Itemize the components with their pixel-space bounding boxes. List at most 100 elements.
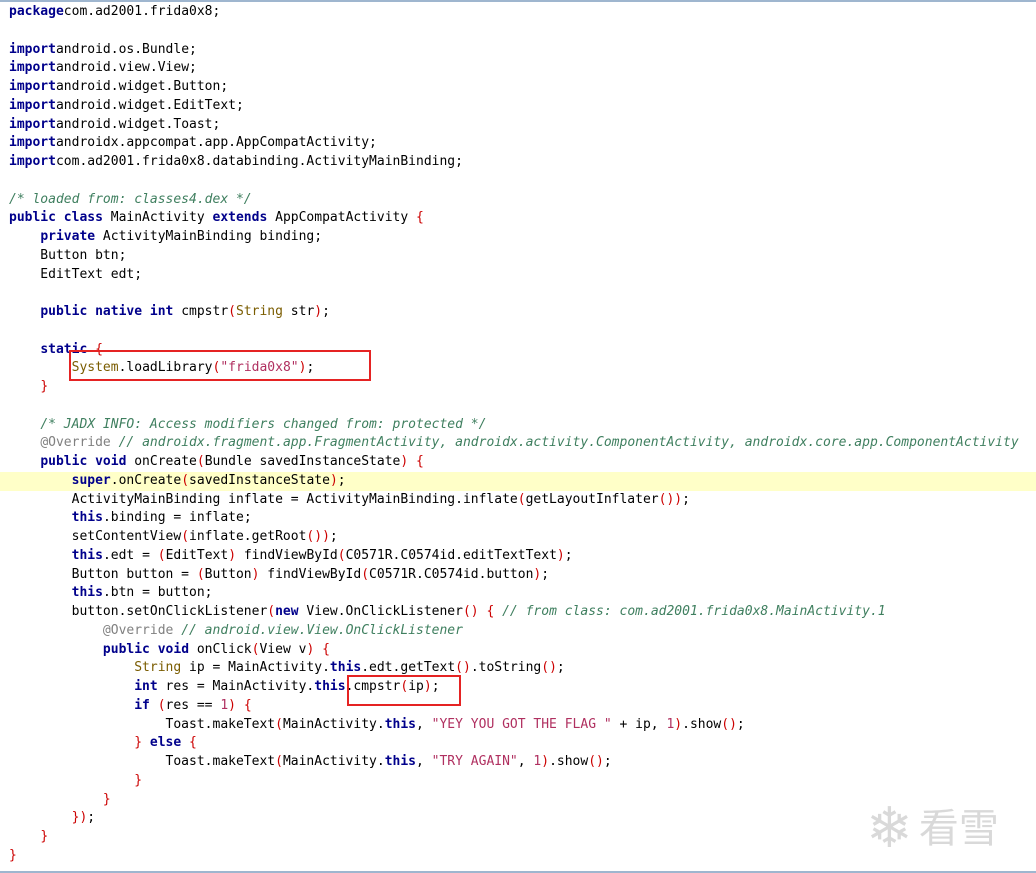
- code-token: static: [40, 341, 88, 357]
- code-line[interactable]: importandroid.widget.Toast;: [0, 116, 1036, 135]
- code-token: (): [541, 660, 557, 676]
- code-token: {: [95, 341, 103, 357]
- code-line[interactable]: public void onCreate(Bundle savedInstanc…: [0, 453, 1036, 472]
- code-token: ip: [408, 679, 424, 694]
- code-line[interactable]: EditText edt;: [0, 266, 1036, 285]
- code-line[interactable]: }: [0, 772, 1036, 791]
- code-line[interactable]: static {: [0, 341, 1036, 360]
- code-token: cmpstr: [173, 304, 229, 319]
- code-line[interactable]: setContentView(inflate.getRoot());: [0, 528, 1036, 547]
- code-token: android.widget.EditText;: [55, 97, 244, 113]
- code-line[interactable]: public void onClick(View v) {: [0, 641, 1036, 660]
- code-line[interactable]: /* loaded from: classes4.dex */: [0, 191, 1036, 210]
- code-token: androidx.appcompat.app.AppCompatActivity…: [55, 135, 377, 151]
- code-line[interactable]: this.btn = button;: [0, 584, 1036, 603]
- code-line[interactable]: [0, 322, 1036, 341]
- code-token: ;: [329, 529, 338, 544]
- code-line[interactable]: ActivityMainBinding inflate = ActivityMa…: [0, 491, 1036, 510]
- code-line[interactable]: importandroid.os.Bundle;: [0, 41, 1036, 60]
- code-token: ): [400, 454, 409, 469]
- code-line[interactable]: }: [0, 378, 1036, 397]
- code-token: this: [329, 660, 362, 676]
- code-token: android.os.Bundle;: [55, 41, 197, 57]
- code-line[interactable]: [0, 22, 1036, 41]
- code-token: (: [196, 454, 205, 469]
- code-line[interactable]: super.onCreate(savedInstanceState);: [0, 471, 1036, 491]
- code-token: onClick: [189, 641, 252, 657]
- code-token: {: [243, 697, 252, 713]
- code-line[interactable]: private ActivityMainBinding binding;: [0, 228, 1036, 247]
- code-line[interactable]: importandroid.widget.Button;: [0, 78, 1036, 97]
- code-token: ;: [541, 566, 550, 582]
- code-line[interactable]: int res = MainActivity.this.cmpstr(ip);: [0, 678, 1036, 697]
- code-line[interactable]: String ip = MainActivity.this.edt.getTex…: [0, 659, 1036, 678]
- code-token: getLayoutInflater: [525, 491, 659, 507]
- code-line[interactable]: this.edt = (EditText) findViewById(C0571…: [0, 547, 1036, 566]
- code-token: C0571R.C0574id.button: [369, 566, 534, 582]
- code-line[interactable]: this.binding = inflate;: [0, 509, 1036, 528]
- code-token: ;: [556, 660, 565, 676]
- code-token: ;: [736, 716, 745, 732]
- code-token: import: [9, 41, 56, 57]
- code-line[interactable]: Toast.makeText(MainActivity.this, "TRY A…: [0, 753, 1036, 772]
- code-token: (): [455, 660, 471, 676]
- code-line[interactable]: Toast.makeText(MainActivity.this, "YEY Y…: [0, 716, 1036, 735]
- code-token: ): [674, 716, 683, 732]
- code-token: .cmpstr: [345, 679, 401, 694]
- code-line[interactable]: packagecom.ad2001.frida0x8;: [0, 3, 1036, 22]
- code-token: /* JADX INFO: Access modifiers changed f…: [40, 416, 487, 432]
- code-line[interactable]: /* JADX INFO: Access modifiers changed f…: [0, 416, 1036, 435]
- code-token: MainActivity: [102, 210, 213, 226]
- code-line[interactable]: Button button = (Button) findViewById(C0…: [0, 566, 1036, 585]
- code-line[interactable]: Button btn;: [0, 247, 1036, 266]
- code-line[interactable]: @Override // android.view.View.OnClickLi…: [0, 622, 1036, 641]
- code-token: int: [134, 679, 158, 694]
- code-line[interactable]: public native int cmpstr(String str);: [0, 303, 1036, 322]
- code-token: this: [384, 716, 416, 732]
- code-token: C0571R.C0574id.editTextText: [345, 547, 557, 563]
- code-token: com.ad2001.frida0x8;: [63, 4, 221, 19]
- code-token: android.widget.Toast;: [55, 116, 221, 132]
- code-line[interactable]: [0, 284, 1036, 303]
- code-token: res = MainActivity.: [157, 679, 315, 694]
- code-line[interactable]: @Override // androidx.fragment.app.Fragm…: [0, 434, 1036, 453]
- code-token: else: [149, 735, 182, 751]
- code-token: MainActivity.: [282, 716, 385, 732]
- code-line[interactable]: public class MainActivity extends AppCom…: [0, 209, 1036, 228]
- code-token: ): [556, 547, 565, 563]
- code-token: import: [9, 79, 56, 94]
- code-token: }: [9, 847, 17, 863]
- code-line[interactable]: } else {: [0, 734, 1036, 753]
- code-token: new: [275, 604, 299, 619]
- code-token: (: [361, 566, 370, 582]
- code-token: // android.view.View.OnClickListener: [181, 622, 463, 638]
- code-token: {: [189, 735, 197, 751]
- code-token: (: [157, 697, 166, 713]
- code-line[interactable]: button.setOnClickListener(new View.OnCli…: [0, 603, 1036, 622]
- code-token: {: [322, 641, 330, 657]
- code-token: inflate.getRoot: [189, 529, 307, 544]
- code-line[interactable]: [0, 397, 1036, 416]
- code-token: public void: [40, 454, 127, 469]
- code-line[interactable]: System.loadLibrary("frida0x8");: [0, 359, 1036, 378]
- code-token: (: [517, 491, 526, 507]
- code-token: (: [157, 547, 166, 563]
- code-line[interactable]: importandroid.widget.EditText;: [0, 97, 1036, 116]
- code-token: .toString: [470, 660, 542, 676]
- code-token: public native int: [40, 304, 174, 319]
- code-line[interactable]: importcom.ad2001.frida0x8.databinding.Ac…: [0, 153, 1036, 172]
- code-editor[interactable]: packagecom.ad2001.frida0x8; importandroid…: [0, 3, 1036, 866]
- code-token: "TRY AGAIN": [431, 754, 518, 769]
- code-line[interactable]: importandroid.view.View;: [0, 59, 1036, 78]
- code-line[interactable]: importandroidx.appcompat.app.AppCompatAc…: [0, 134, 1036, 153]
- code-line[interactable]: [0, 172, 1036, 191]
- code-line[interactable]: if (res == 1) {: [0, 697, 1036, 716]
